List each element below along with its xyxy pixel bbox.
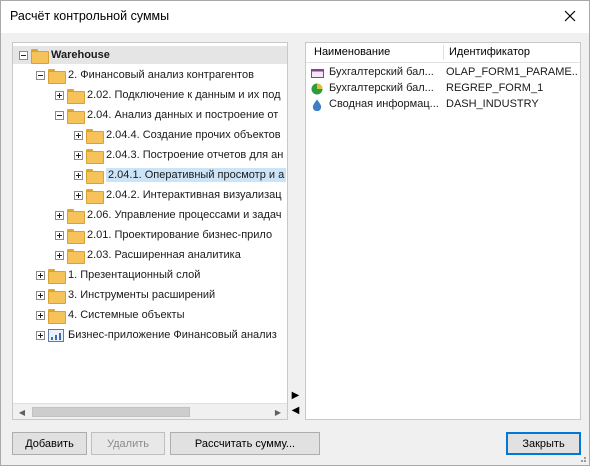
folder-icon (86, 148, 104, 164)
folder-icon (48, 268, 66, 284)
regular-report-icon (311, 83, 324, 95)
column-divider[interactable] (443, 45, 444, 60)
folder-icon (67, 208, 85, 224)
collapse-icon[interactable] (36, 70, 45, 80)
tree-node-label: 2.04. Анализ данных и построение от (87, 109, 279, 121)
delete-button[interactable]: Удалить (91, 432, 165, 455)
tree-node[interactable]: 2. Финансовый анализ контрагентов (13, 66, 287, 84)
expand-icon[interactable] (55, 210, 64, 220)
folder-icon (86, 188, 104, 204)
folder-icon (67, 228, 85, 244)
scroll-left-arrow-icon[interactable]: ◀ (14, 404, 30, 419)
cell-name: Бухгалтерский бал... (329, 82, 434, 94)
tree-horizontal-scrollbar[interactable]: ◀ ▶ (13, 403, 287, 419)
move-right-icon: ▶ (291, 390, 300, 401)
tree-node-label: 2.04.2. Интерактивная визуализац (106, 189, 282, 201)
tree-node-label: 2.01. Проектирование бизнес-прило (87, 229, 273, 241)
folder-icon (48, 68, 66, 84)
tree-node[interactable]: Бизнес-приложение Финансовый анализ (13, 326, 287, 344)
transfer-splitter: ▶ ◀ (288, 42, 304, 420)
olap-cube-icon (311, 67, 324, 79)
tree-node-label: 2.02. Подключение к данным и их под (87, 89, 281, 101)
tree-node-label: 3. Инструменты расширений (68, 289, 216, 301)
tree-node[interactable]: 2.04.2. Интерактивная визуализац (13, 186, 287, 204)
tree-node-label: 2.04.4. Создание прочих объектов (106, 129, 281, 141)
grid-row[interactable]: Бухгалтерский бал... OLAP_FORM1_PARAME... (306, 65, 580, 81)
folder-icon (67, 248, 85, 264)
collapse-icon[interactable] (19, 50, 28, 60)
tree-node-label: 2. Финансовый анализ контрагентов (68, 69, 254, 81)
expand-icon[interactable] (74, 150, 83, 160)
folder-icon (86, 128, 104, 144)
expand-icon[interactable] (74, 130, 83, 140)
folder-icon (31, 48, 49, 64)
expand-icon[interactable] (36, 330, 45, 340)
title-bar: Расчёт контрольной суммы (1, 1, 589, 33)
tree-node[interactable]: 1. Презентационный слой (13, 266, 287, 284)
tree-node[interactable]: 2.04.1. Оперативный просмотр и а (13, 166, 287, 184)
expand-icon[interactable] (55, 250, 64, 260)
expand-icon[interactable] (36, 290, 45, 300)
column-header-identifier[interactable]: Идентификатор (449, 46, 530, 58)
collapse-icon[interactable] (55, 110, 64, 120)
tree-node[interactable]: 2.03. Расширенная аналитика (13, 246, 287, 264)
selected-objects-grid[interactable]: Наименование Идентификатор Бухгалтерский… (305, 42, 581, 420)
tree-node[interactable]: 4. Системные объекты (13, 306, 287, 324)
folder-icon (48, 288, 66, 304)
calculate-checksum-button[interactable]: Рассчитать сумму... (170, 432, 320, 455)
grid-row[interactable]: Сводная информац... DASH_INDUSTRY (306, 97, 580, 113)
grid-header: Наименование Идентификатор (306, 43, 580, 63)
tree-node[interactable]: 2.02. Подключение к данным и их под (13, 86, 287, 104)
resize-grip-icon[interactable] (577, 453, 587, 463)
add-button[interactable]: Добавить (12, 432, 87, 455)
grid-row[interactable]: Бухгалтерский бал... REGREP_FORM_1 (306, 81, 580, 97)
move-right-button[interactable]: ▶ (290, 389, 301, 402)
tree-node[interactable]: 2.04.4. Создание прочих объектов (13, 126, 287, 144)
checksum-dialog: Расчёт контрольной суммы Warehouse 2. Фин… (0, 0, 590, 466)
tree-node-label: 2.04.1. Оперативный просмотр и а (106, 168, 287, 182)
cell-name: Сводная информац... (329, 98, 439, 110)
repository-tree[interactable]: Warehouse 2. Финансовый анализ контрагент… (12, 42, 288, 420)
expand-icon[interactable] (55, 90, 64, 100)
business-app-icon (48, 328, 64, 342)
expand-icon[interactable] (74, 190, 83, 200)
folder-icon (67, 108, 85, 124)
tree-node-label: 4. Системные объекты (68, 309, 185, 321)
dashboard-drop-icon (311, 99, 324, 112)
scrollbar-thumb[interactable] (32, 407, 190, 417)
close-icon (564, 10, 576, 22)
expand-icon[interactable] (55, 230, 64, 240)
tree-node[interactable]: 2.01. Проектирование бизнес-прило (13, 226, 287, 244)
expand-icon[interactable] (36, 270, 45, 280)
tree-viewport: Warehouse 2. Финансовый анализ контрагент… (13, 43, 287, 403)
tree-node-label: Warehouse (51, 49, 110, 61)
tree-node[interactable]: 2.04. Анализ данных и построение от (13, 106, 287, 124)
folder-icon (67, 88, 85, 104)
dialog-title: Расчёт контрольной суммы (10, 9, 170, 23)
tree-node-label: 2.06. Управление процессами и задач (87, 209, 282, 221)
move-left-button[interactable]: ◀ (290, 404, 301, 417)
tree-node[interactable]: 2.04.3. Построение отчетов для ан (13, 146, 287, 164)
expand-icon[interactable] (36, 310, 45, 320)
tree-node[interactable]: 3. Инструменты расширений (13, 286, 287, 304)
move-left-icon: ◀ (291, 405, 300, 416)
cell-name: Бухгалтерский бал... (329, 66, 434, 78)
cell-identifier: DASH_INDUSTRY (446, 98, 539, 110)
column-header-name[interactable]: Наименование (314, 46, 390, 58)
cell-identifier: OLAP_FORM1_PARAME... (446, 66, 578, 78)
tree-node[interactable]: 2.06. Управление процессами и задач (13, 206, 287, 224)
tree-node[interactable]: Warehouse (13, 46, 287, 64)
folder-icon (48, 308, 66, 324)
tree-node-label: 2.03. Расширенная аналитика (87, 249, 241, 261)
close-dialog-button[interactable]: Закрыть (506, 432, 581, 455)
scroll-right-arrow-icon[interactable]: ▶ (270, 404, 286, 419)
cell-identifier: REGREP_FORM_1 (446, 82, 544, 94)
tree-node-label: Бизнес-приложение Финансовый анализ (68, 329, 277, 341)
expand-icon[interactable] (74, 170, 83, 180)
tree-node-label: 1. Презентационный слой (68, 269, 201, 281)
folder-icon (86, 168, 104, 184)
tree-node-label: 2.04.3. Построение отчетов для ан (106, 149, 284, 161)
close-button[interactable] (557, 3, 583, 29)
